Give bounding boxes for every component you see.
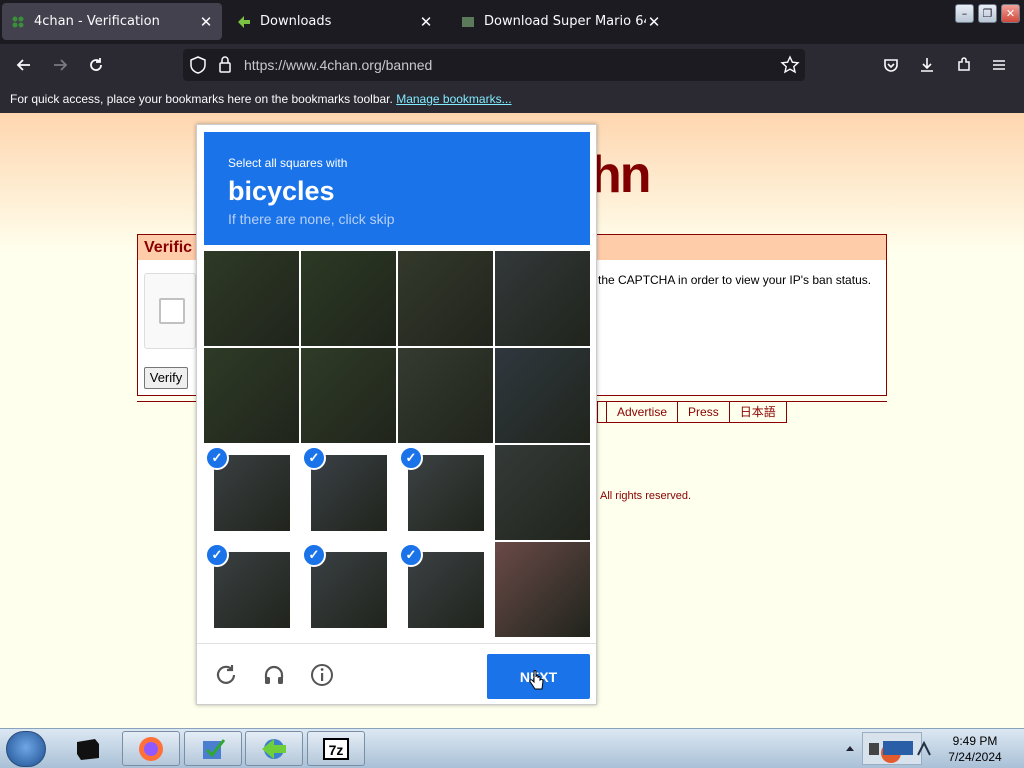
captcha-tile[interactable] bbox=[204, 251, 299, 346]
taskbar: 7z 9:49 PM 7/24/2024 bbox=[0, 728, 1024, 768]
restore-button[interactable]: ❐ bbox=[978, 4, 997, 23]
captcha-tile-image bbox=[398, 348, 493, 443]
site-logo: hn bbox=[590, 146, 652, 204]
captcha-tile[interactable]: ✓ bbox=[301, 542, 396, 637]
tray-expand-icon[interactable] bbox=[843, 735, 857, 761]
network-icon[interactable] bbox=[914, 739, 934, 759]
captcha-tile[interactable]: ✓ bbox=[398, 542, 493, 637]
close-tab-icon[interactable]: ✕ bbox=[646, 13, 662, 31]
close-tab-icon[interactable]: ✕ bbox=[418, 13, 434, 31]
hand-cursor-icon bbox=[529, 670, 545, 697]
checkmark-icon: ✓ bbox=[399, 446, 423, 470]
svg-text:7z: 7z bbox=[329, 742, 344, 758]
tab-mario-rom[interactable]: Download Super Mario 64 ROM ✕ bbox=[452, 3, 670, 40]
captcha-tile[interactable] bbox=[495, 445, 590, 540]
reload-icon[interactable] bbox=[83, 52, 109, 78]
lock-icon[interactable] bbox=[217, 55, 233, 79]
captcha-tile[interactable] bbox=[301, 251, 396, 346]
bookmark-star-icon[interactable] bbox=[780, 55, 800, 79]
captcha-tile[interactable] bbox=[398, 251, 493, 346]
captcha-prompt: Select all squares with bbox=[228, 156, 348, 170]
checkmark-icon: ✓ bbox=[302, 446, 326, 470]
reload-challenge-icon[interactable] bbox=[211, 660, 241, 690]
captcha-tile[interactable] bbox=[495, 542, 590, 637]
bookmarks-toolbar: For quick access, place your bookmarks h… bbox=[0, 86, 1024, 113]
captcha-tile[interactable] bbox=[204, 348, 299, 443]
captcha-tile[interactable]: ✓ bbox=[204, 445, 299, 540]
checkmark-icon: ✓ bbox=[205, 543, 229, 567]
manage-bookmarks-link[interactable]: Manage bookmarks... bbox=[396, 92, 511, 106]
audio-challenge-icon[interactable] bbox=[259, 660, 289, 690]
taskbar-app-7zip[interactable]: 7z bbox=[307, 731, 365, 766]
captcha-tile[interactable] bbox=[495, 348, 590, 443]
clover-icon bbox=[10, 14, 26, 30]
close-window-button[interactable]: ✕ bbox=[1001, 4, 1020, 23]
minimize-button[interactable]: – bbox=[955, 4, 974, 23]
url-text: https://www.4chan.org/banned bbox=[244, 57, 433, 73]
captcha-checkbox[interactable] bbox=[159, 298, 185, 324]
captcha-tile-image bbox=[204, 251, 299, 346]
recaptcha-challenge: Select all squares with bicycles If ther… bbox=[196, 124, 597, 705]
taskbar-app-checklist[interactable] bbox=[184, 731, 242, 766]
pocket-icon[interactable] bbox=[878, 52, 904, 78]
footer-link-press[interactable]: Press bbox=[678, 402, 730, 423]
captcha-tile-image bbox=[495, 348, 590, 443]
captcha-skip-hint: If there are none, click skip bbox=[228, 211, 395, 227]
taskbar-app-download-manager[interactable] bbox=[245, 731, 303, 766]
captcha-tile[interactable] bbox=[495, 251, 590, 346]
tab-label: 4chan - Verification bbox=[34, 14, 160, 29]
taskbar-app-terminal[interactable] bbox=[59, 731, 117, 766]
captcha-tile-image bbox=[495, 542, 590, 637]
checkmark-icon: ✓ bbox=[302, 543, 326, 567]
downloads-favicon-icon bbox=[236, 14, 252, 30]
captcha-tile-image bbox=[495, 445, 590, 540]
captcha-header: Select all squares with bicycles If ther… bbox=[204, 132, 590, 245]
start-button[interactable] bbox=[6, 731, 46, 767]
tracking-protection-icon[interactable] bbox=[189, 55, 207, 79]
clock-time: 9:49 PM bbox=[952, 734, 998, 748]
forward-icon[interactable] bbox=[47, 52, 73, 78]
captcha-target: bicycles bbox=[228, 176, 335, 206]
bookmarks-hint: For quick access, place your bookmarks h… bbox=[10, 92, 393, 106]
footer-link-advertise[interactable]: Advertise bbox=[607, 402, 679, 423]
captcha-tile[interactable]: ✓ bbox=[301, 445, 396, 540]
captcha-tile[interactable]: ✓ bbox=[204, 542, 299, 637]
taskbar-app-firefox[interactable] bbox=[122, 731, 180, 766]
captcha-tile-image bbox=[301, 251, 396, 346]
clock[interactable]: 9:49 PM 7/24/2024 bbox=[940, 733, 1010, 765]
captcha-tile-image bbox=[398, 251, 493, 346]
menu-icon[interactable] bbox=[986, 52, 1012, 78]
close-tab-icon[interactable]: ✕ bbox=[198, 13, 214, 31]
checkmark-icon: ✓ bbox=[205, 446, 229, 470]
captcha-tile-image bbox=[301, 348, 396, 443]
captcha-tile[interactable] bbox=[398, 348, 493, 443]
captcha-tile-image bbox=[495, 251, 590, 346]
tab-strip: 4chan - Verification ✕ Downloads ✕ Downl… bbox=[0, 0, 1024, 44]
verify-button[interactable]: Verify bbox=[144, 367, 188, 389]
footer-link-blank[interactable] bbox=[597, 402, 607, 423]
back-icon[interactable] bbox=[11, 52, 37, 78]
extensions-icon[interactable] bbox=[951, 52, 977, 78]
captcha-footer: NEXT bbox=[197, 643, 596, 705]
footer-links: Advertise Press 日本語 bbox=[597, 402, 787, 423]
clock-date: 7/24/2024 bbox=[948, 750, 1002, 764]
captcha-grid: ✓ ✓ ✓ ✓ ✓ ✓ bbox=[204, 251, 590, 637]
tab-downloads[interactable]: Downloads ✕ bbox=[228, 3, 442, 40]
captcha-tile[interactable]: ✓ bbox=[398, 445, 493, 540]
rom-favicon-icon bbox=[460, 14, 476, 30]
captcha-tile[interactable] bbox=[301, 348, 396, 443]
checkmark-icon: ✓ bbox=[399, 543, 423, 567]
tray-icons[interactable] bbox=[862, 732, 922, 765]
captcha-widget[interactable] bbox=[144, 273, 196, 349]
info-icon[interactable] bbox=[307, 660, 337, 690]
url-bar[interactable]: https://www.4chan.org/banned bbox=[183, 49, 805, 81]
tab-label: Downloads bbox=[260, 14, 332, 29]
tab-4chan-verification[interactable]: 4chan - Verification ✕ bbox=[2, 3, 222, 40]
tab-label: Download Super Mario 64 ROM bbox=[484, 14, 646, 29]
captcha-tile-image bbox=[204, 348, 299, 443]
rights-text: All rights reserved. bbox=[600, 490, 692, 502]
captcha-instruction-text: the CAPTCHA in order to view your IP's b… bbox=[598, 273, 872, 287]
downloads-icon[interactable] bbox=[914, 52, 940, 78]
footer-link-japanese[interactable]: 日本語 bbox=[729, 402, 787, 423]
